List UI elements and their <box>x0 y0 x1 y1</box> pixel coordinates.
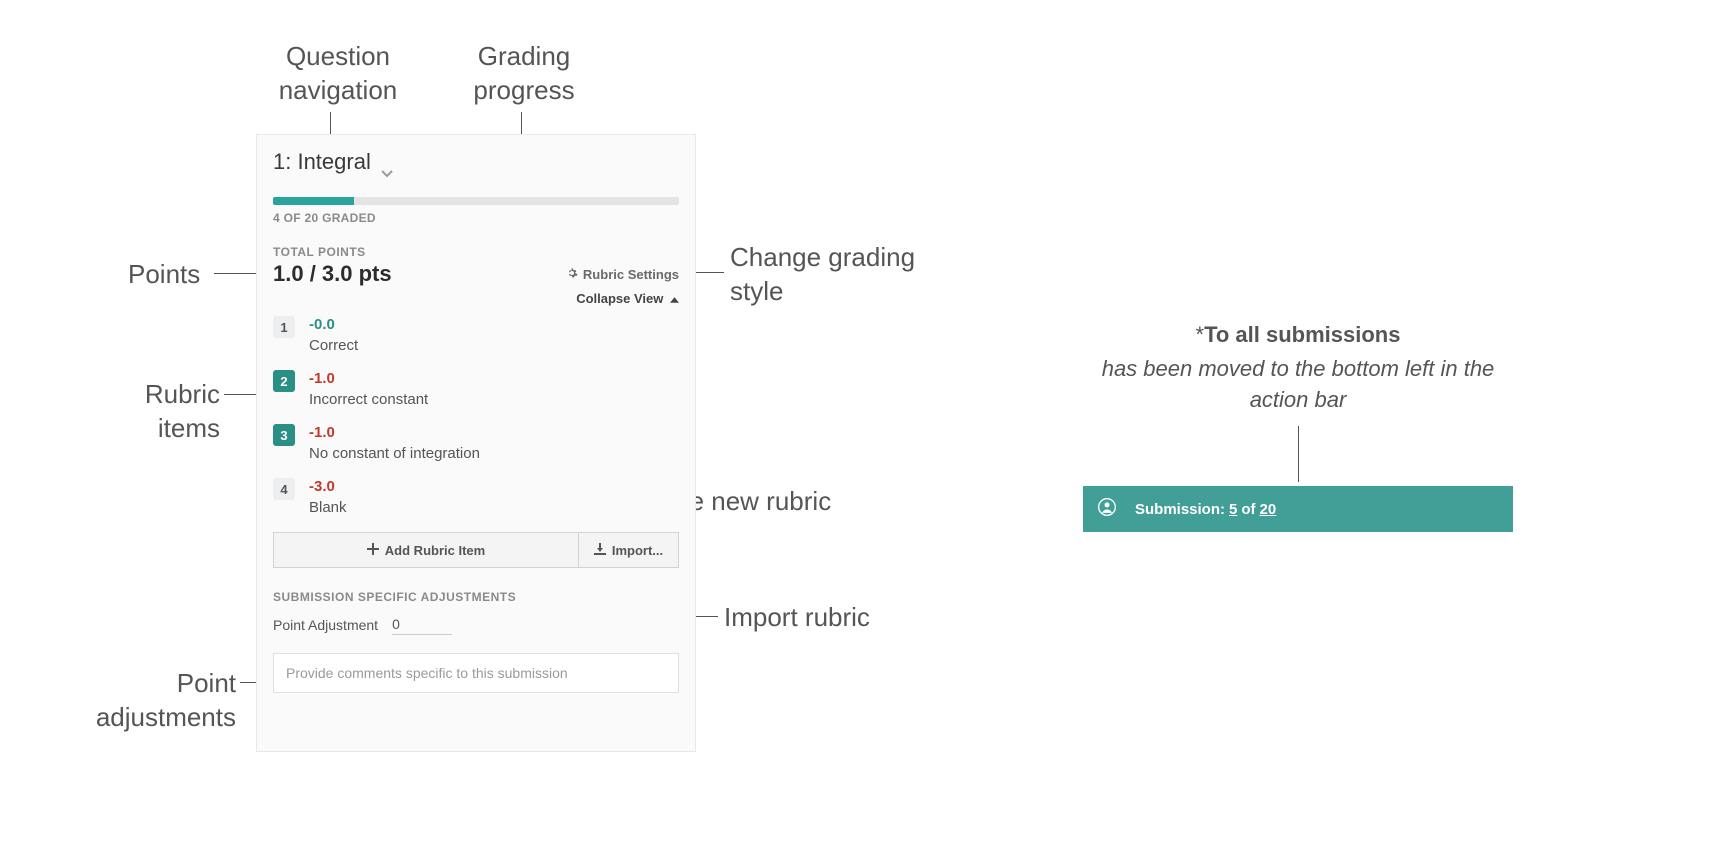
rubric-item[interactable]: 3 -1.0 No constant of integration <box>273 424 679 462</box>
rubric-item[interactable]: 1 -0.0 Correct <box>273 316 679 354</box>
note-to-all-submissions: *To all submissions has been moved to th… <box>1083 322 1513 416</box>
action-bar: Submission: 5 of 20 <box>1083 486 1513 532</box>
person-circle-icon[interactable] <box>1097 497 1117 521</box>
question-label: 1: Integral <box>273 149 371 175</box>
gear-icon <box>566 267 578 282</box>
annotation-rubric-items: Rubric items <box>110 378 220 446</box>
points-value: 1.0 / 3.0 pts <box>273 261 392 287</box>
rubric-item-points: -3.0 <box>309 478 347 495</box>
rubric-item-body: -1.0 No constant of integration <box>309 424 480 462</box>
rubric-item-points: -1.0 <box>309 370 428 387</box>
point-adjustment-input[interactable] <box>392 614 452 635</box>
progress-bar <box>273 197 679 205</box>
point-adjustment-label: Point Adjustment <box>273 617 378 633</box>
rubric-item-description: Blank <box>309 499 347 516</box>
progress-text: 4 OF 20 GRADED <box>273 211 679 225</box>
annotation-change-grading-style: Change grading style <box>730 241 950 309</box>
rubric-settings-button[interactable]: Rubric Settings <box>566 267 679 282</box>
annotation-question-navigation: Question navigation <box>248 40 428 108</box>
rubric-item-body: -3.0 Blank <box>309 478 347 516</box>
rubric-item-description: Correct <box>309 337 358 354</box>
rubric-item-number: 4 <box>273 478 295 500</box>
download-icon <box>594 543 606 558</box>
rubric-item[interactable]: 4 -3.0 Blank <box>273 478 679 516</box>
question-nav-dropdown[interactable]: 1: Integral <box>273 149 679 175</box>
rubric-settings-label: Rubric Settings <box>583 267 679 282</box>
rubric-item[interactable]: 2 -1.0 Incorrect constant <box>273 370 679 408</box>
annotation-line <box>1298 426 1299 482</box>
submission-comment-input[interactable]: Provide comments specific to this submis… <box>273 653 679 693</box>
rubric-item-number: 3 <box>273 424 295 446</box>
rubric-item-description: Incorrect constant <box>309 391 428 408</box>
submission-counter[interactable]: Submission: 5 of 20 <box>1135 501 1276 518</box>
annotation-line <box>692 272 724 273</box>
collapse-view-toggle[interactable]: Collapse View <box>273 291 679 306</box>
import-rubric-button[interactable]: Import... <box>579 532 679 568</box>
annotation-grading-progress: Grading progress <box>444 40 604 108</box>
caret-up-icon <box>670 291 679 306</box>
grading-panel: 1: Integral 4 OF 20 GRADED TOTAL POINTS … <box>256 134 696 752</box>
plus-icon <box>367 543 379 558</box>
rubric-item-points: -0.0 <box>309 316 358 333</box>
annotation-line <box>330 112 331 134</box>
rubric-item-list: 1 -0.0 Correct 2 -1.0 Incorrect constant 3 -1.0… <box>273 316 679 516</box>
rubric-item-body: -0.0 Correct <box>309 316 358 354</box>
ssa-heading: SUBMISSION SPECIFIC ADJUSTMENTS <box>273 590 679 604</box>
rubric-item-body: -1.0 Incorrect constant <box>309 370 428 408</box>
annotation-import-rubric: Import rubric <box>724 601 870 635</box>
rubric-item-number: 2 <box>273 370 295 392</box>
rubric-item-number: 1 <box>273 316 295 338</box>
annotation-point-adjustments: Point adjustments <box>56 667 236 735</box>
rubric-item-description: No constant of integration <box>309 445 480 462</box>
rubric-item-points: -1.0 <box>309 424 480 441</box>
total-points-label: TOTAL POINTS <box>273 245 679 259</box>
progress-fill <box>273 197 354 205</box>
chevron-down-icon <box>381 158 393 166</box>
annotation-points: Points <box>128 258 200 292</box>
add-rubric-item-button[interactable]: Add Rubric Item <box>273 532 579 568</box>
